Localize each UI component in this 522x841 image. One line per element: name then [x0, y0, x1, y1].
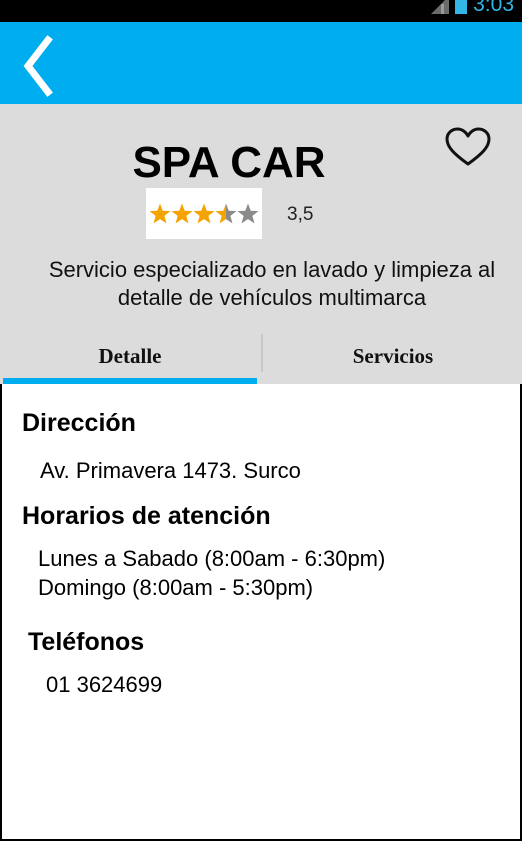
address-text: Av. Primavera 1473. Surco: [40, 458, 301, 483]
detail-panel: Dirección Av. Primavera 1473. Surco Hora…: [0, 384, 522, 841]
star-icon: [215, 203, 237, 223]
address-heading: Dirección: [22, 409, 136, 437]
description-line-2: detalle de vehículos multimarca: [117, 285, 427, 310]
description-line-1: Servicio especializado en lavado y limpi…: [48, 257, 496, 282]
status-time: 3:03: [473, 0, 514, 16]
star-icon: [237, 203, 259, 223]
rating-value: 3,5: [287, 204, 314, 225]
hours-weekday: Lunes a Sabado (8:00am - 6:30pm): [38, 546, 386, 571]
hours-heading: Horarios de atención: [22, 502, 271, 530]
status-icons: 3:03: [427, 0, 514, 18]
signal-icon: [431, 0, 450, 14]
business-header: SPA CAR 3,5 Servicio especializado en la…: [0, 104, 522, 384]
star-icon: [193, 203, 215, 223]
chevron-left-icon[interactable]: [14, 34, 62, 98]
tab-bar: Detalle Servicios: [0, 334, 522, 384]
phones-heading: Teléfonos: [28, 628, 145, 656]
phone-number: 01 3624699: [46, 672, 163, 697]
tab-detalle[interactable]: Detalle: [0, 334, 260, 384]
business-description: Servicio especializado en lavado y limpi…: [22, 256, 522, 312]
heart-outline-icon[interactable]: [444, 126, 492, 170]
business-name: SPA CAR: [132, 138, 326, 187]
app-bar: [0, 22, 522, 104]
status-bar: 3:03: [0, 0, 522, 22]
rating-stars: [146, 188, 262, 239]
tab-servicios[interactable]: Servicios: [264, 334, 522, 384]
battery-icon: [455, 0, 468, 14]
hours-sunday: Domingo (8:00am - 5:30pm): [38, 575, 314, 600]
star-rating-icon: [149, 203, 259, 223]
star-icon: [149, 203, 171, 223]
star-icon: [171, 203, 193, 223]
tab-divider: [261, 334, 263, 372]
